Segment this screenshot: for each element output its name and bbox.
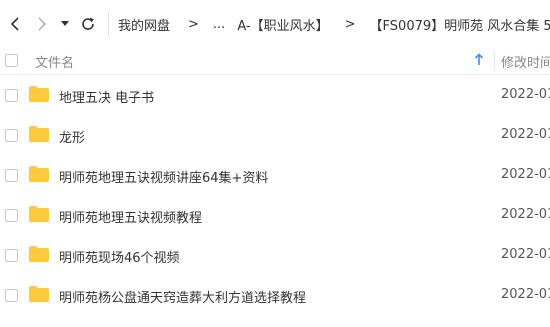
file-name[interactable]: 明师苑地理五诀视频讲座64集+资料 <box>59 167 268 186</box>
list-item[interactable]: 地理五决 电子书 2022-01- <box>0 75 550 115</box>
chevron-left-icon <box>10 17 19 31</box>
caret-down-icon <box>61 21 69 26</box>
file-list-header: 文件名 修改时间 <box>0 48 550 75</box>
breadcrumb-item-root[interactable]: 我的网盘 <box>118 15 170 34</box>
row-checkbox[interactable] <box>5 209 18 222</box>
refresh-button[interactable] <box>77 12 99 36</box>
list-item[interactable]: 明师苑地理五诀视频教程 2022-01- <box>0 195 550 235</box>
breadcrumb: 我的网盘 > ... A-【职业风水】 > 【FS0079】明师苑 风水合集 5… <box>118 15 550 34</box>
list-item[interactable]: 明师苑地理五诀视频讲座64集+资料 2022-01- <box>0 155 550 195</box>
breadcrumb-separator: > <box>344 16 356 32</box>
row-checkbox[interactable] <box>5 169 18 182</box>
row-checkbox[interactable] <box>5 289 18 302</box>
file-browser: 我的网盘 > ... A-【职业风水】 > 【FS0079】明师苑 风水合集 5… <box>0 0 550 327</box>
file-name[interactable]: 龙形 <box>59 127 85 146</box>
row-checkbox[interactable] <box>5 249 18 262</box>
folder-icon <box>29 246 49 262</box>
back-button[interactable] <box>4 12 26 36</box>
file-modified-time: 2022-01- <box>501 167 550 182</box>
file-modified-time: 2022-01- <box>501 87 550 102</box>
file-modified-time: 2022-01- <box>501 247 550 262</box>
folder-icon <box>29 286 49 302</box>
refresh-icon <box>82 17 94 30</box>
select-all-checkbox[interactable] <box>5 54 18 67</box>
file-modified-time: 2022-01- <box>501 127 550 142</box>
list-item[interactable]: 龙形 2022-01- <box>0 115 550 155</box>
navigation-bar: 我的网盘 > ... A-【职业风水】 > 【FS0079】明师苑 风水合集 5… <box>0 0 550 48</box>
breadcrumb-separator: > <box>188 16 199 32</box>
sort-arrow-up-icon[interactable] <box>474 52 484 70</box>
folder-icon <box>29 86 49 102</box>
file-modified-time: 2022-01- <box>501 287 550 302</box>
row-checkbox[interactable] <box>5 89 18 102</box>
file-modified-time: 2022-01- <box>501 207 550 222</box>
folder-icon <box>29 166 49 182</box>
breadcrumb-item-category[interactable]: A-【职业风水】 <box>237 15 328 34</box>
breadcrumb-item-ellipsis[interactable]: ... <box>213 17 225 32</box>
chevron-right-icon <box>38 17 47 31</box>
breadcrumb-item-current[interactable]: 【FS0079】明师苑 风水合集 5套 <box>370 15 550 34</box>
folder-icon <box>29 206 49 222</box>
forward-button[interactable] <box>31 12 53 36</box>
file-name[interactable]: 明师苑杨公盘通天窍造葬大利方道选择教程 <box>59 287 306 306</box>
row-checkbox[interactable] <box>5 129 18 142</box>
column-divider[interactable] <box>494 51 495 70</box>
column-header-modified[interactable]: 修改时间 <box>501 52 550 71</box>
file-name[interactable]: 明师苑现场46个视频 <box>59 247 180 266</box>
list-item[interactable]: 明师苑杨公盘通天窍造葬大利方道选择教程 2022-01- <box>0 275 550 315</box>
folder-icon <box>29 126 49 142</box>
column-header-name[interactable]: 文件名 <box>35 52 74 71</box>
toolbar-divider <box>108 12 109 36</box>
list-item[interactable]: 明师苑现场46个视频 2022-01- <box>0 235 550 275</box>
file-name[interactable]: 明师苑地理五诀视频教程 <box>59 207 202 226</box>
file-name[interactable]: 地理五决 电子书 <box>59 87 154 106</box>
history-dropdown-button[interactable] <box>57 12 73 36</box>
